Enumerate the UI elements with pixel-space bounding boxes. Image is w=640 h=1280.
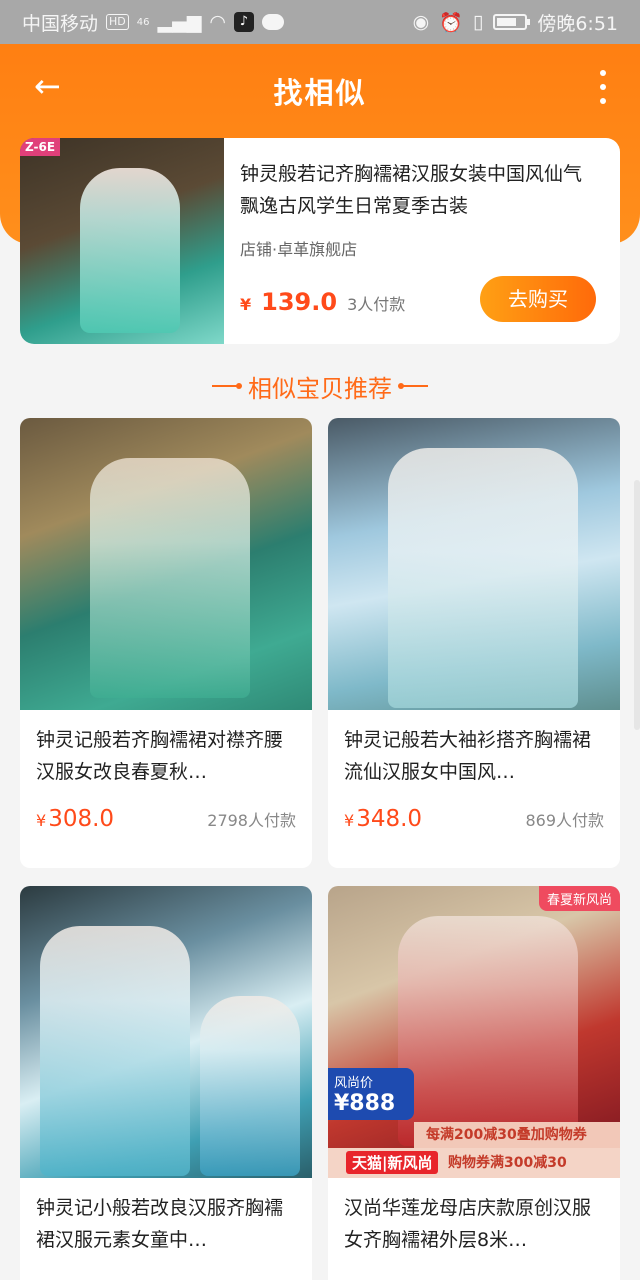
paid-count: 869人付款 (525, 811, 604, 830)
product-title[interactable]: 钟灵记般若大袖衫搭齐胸襦裙流仙汉服女中国风… (328, 710, 620, 792)
buy-button[interactable]: 去购买 (480, 276, 596, 322)
main-product-image[interactable]: Z-6E (20, 138, 224, 344)
currency-symbol: ¥ (36, 811, 47, 830)
main-product-card[interactable]: Z-6E 钟灵般若记齐胸襦裙汉服女装中国风仙气飘逸古风学生日常夏季古装 店铺·卓… (20, 138, 620, 344)
brand-tag: Z-6E (20, 138, 61, 156)
product-image[interactable] (328, 418, 620, 710)
network-type: 46 (136, 16, 150, 28)
product-card[interactable]: 钟灵记般若齐胸襦裙对襟齐腰汉服女改良春夏秋… ¥ 308.0 2798人付款 (20, 418, 312, 868)
signal-icon: ▂▄▆ (157, 11, 202, 33)
product-image[interactable] (20, 886, 312, 1178)
product-photo-figure (40, 926, 190, 1176)
heading-divider-left (212, 383, 242, 389)
product-price: 348.0 (356, 806, 423, 832)
season-ribbon: 春夏新风尚 (538, 886, 620, 911)
paid-count: 2798人付款 (207, 811, 296, 830)
product-card[interactable]: 春夏新风尚 风尚价 ¥888 每满200减30叠加购物券 购物券满300减30 … (328, 886, 620, 1280)
section-heading-text: 相似宝贝推荐 (248, 374, 392, 403)
product-title[interactable]: 汉尚华莲龙母店庆款原创汉服女齐胸襦裙外层8米… (328, 1178, 620, 1260)
product-card[interactable]: 钟灵记般若大袖衫搭齐胸襦裙流仙汉服女中国风… ¥ 348.0 869人付款 (328, 418, 620, 868)
section-heading: 相似宝贝推荐 (0, 364, 640, 408)
product-card[interactable]: 钟灵记小般若改良汉服齐胸襦裙汉服元素女童中… (20, 886, 312, 1280)
page-title: 找相似 (273, 76, 367, 110)
promo-price-value: ¥888 (334, 1091, 396, 1116)
status-bar: 中国移动 HD 46 ▂▄▆ ◠ ♪ ◉ ⏰ ▯ 傍晚6:51 (0, 0, 640, 44)
tmall-badge: 天猫|新风尚 (346, 1151, 439, 1174)
product-image[interactable]: 春夏新风尚 风尚价 ¥888 每满200减30叠加购物券 购物券满300减30 … (328, 886, 620, 1178)
hd-badge: HD (106, 14, 129, 30)
carrier-label: 中国移动 (22, 12, 99, 35)
product-title[interactable]: 钟灵记小般若改良汉服齐胸襦裙汉服元素女童中… (20, 1178, 312, 1260)
product-photo-figure (388, 448, 578, 708)
main-product-title[interactable]: 钟灵般若记齐胸襦裙汉服女装中国风仙气飘逸古风学生日常夏季古装 (240, 158, 598, 222)
eye-icon: ◉ (412, 11, 430, 33)
tiktok-icon: ♪ (233, 12, 254, 32)
product-title[interactable]: 钟灵记般若齐胸襦裙对襟齐腰汉服女改良春夏秋… (20, 710, 312, 792)
product-image[interactable] (20, 418, 312, 710)
status-time: 傍晚6:51 (537, 12, 618, 35)
alarm-icon: ⏰ (439, 11, 463, 34)
more-vertical-icon[interactable] (598, 70, 608, 104)
promo-price-label: 风尚价 (334, 1076, 374, 1091)
product-photo-figure (90, 458, 250, 698)
product-photo-figure (200, 996, 300, 1176)
paid-count: 3人付款 (347, 295, 406, 314)
battery-icon (493, 14, 531, 30)
currency-symbol: ¥ (344, 811, 355, 830)
heading-divider-right (398, 383, 428, 389)
wifi-icon: ◠ (209, 11, 226, 33)
message-icon (261, 14, 284, 30)
promo-price-tag: 风尚价 ¥888 (328, 1068, 414, 1120)
store-name[interactable]: 店铺·卓革旗舰店 (240, 236, 598, 260)
vibrate-icon: ▯ (472, 11, 484, 33)
product-photo-figure (398, 916, 578, 1146)
main-product-price: 139.0 (261, 288, 338, 316)
product-price: 308.0 (48, 806, 115, 832)
currency-symbol: ¥ (240, 295, 252, 314)
promo-discount-line: 每满200减30叠加购物券 (414, 1122, 620, 1148)
scrollbar[interactable] (634, 480, 640, 730)
product-photo-figure (80, 168, 180, 333)
